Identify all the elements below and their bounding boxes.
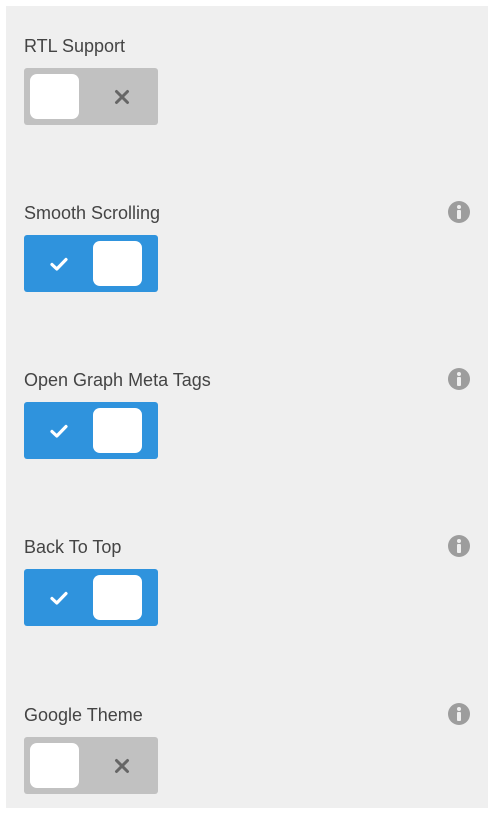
setting-label-smooth-scrolling: Smooth Scrolling xyxy=(24,203,161,223)
info-icon[interactable] xyxy=(448,368,470,390)
setting-label-google-theme: Google Theme xyxy=(24,705,143,725)
open-graph-meta-tags-toggle[interactable] xyxy=(24,402,158,459)
info-icon[interactable] xyxy=(448,535,470,557)
toggle-knob xyxy=(93,241,142,286)
setting-label-back-to-top: Back To Top xyxy=(24,537,122,557)
settings-panel: RTL Support Smooth Scrolling Open Graph … xyxy=(6,6,488,808)
google-theme-toggle[interactable] xyxy=(24,737,158,794)
info-icon[interactable] xyxy=(448,703,470,725)
setting-label-rtl-support: RTL Support xyxy=(24,36,126,56)
back-to-top-toggle[interactable] xyxy=(24,569,158,626)
toggle-knob xyxy=(93,408,142,453)
smooth-scrolling-toggle[interactable] xyxy=(24,235,158,292)
x-icon xyxy=(89,737,154,794)
check-icon xyxy=(26,569,91,626)
rtl-support-toggle[interactable] xyxy=(24,68,158,125)
check-icon xyxy=(26,402,91,459)
setting-label-open-graph-meta-tags: Open Graph Meta Tags xyxy=(24,370,211,390)
toggle-knob xyxy=(93,575,142,620)
check-icon xyxy=(26,235,91,292)
info-icon[interactable] xyxy=(448,201,470,223)
toggle-knob xyxy=(30,74,79,119)
toggle-knob xyxy=(30,743,79,788)
x-icon xyxy=(89,68,154,125)
